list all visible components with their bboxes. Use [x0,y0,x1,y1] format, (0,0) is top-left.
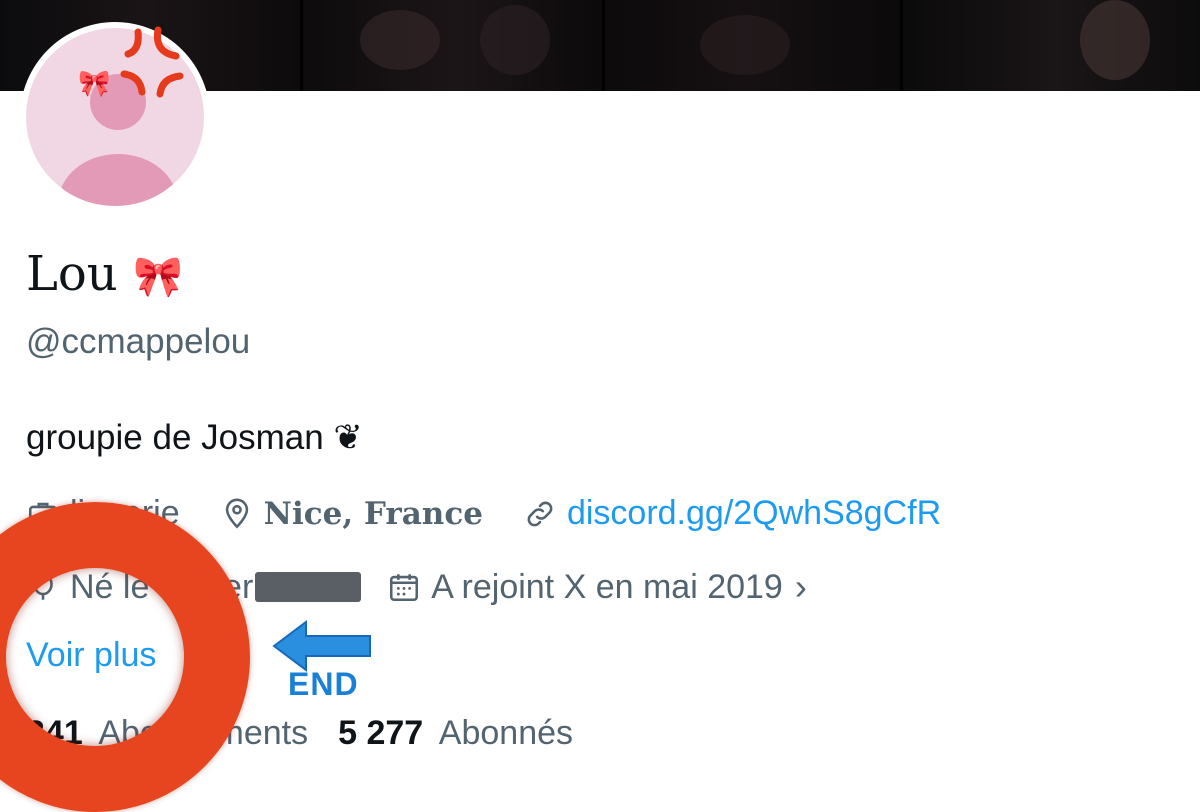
website-item[interactable]: discord.gg/2QwhS8gCfR [523,494,941,533]
calendar-icon [390,574,419,602]
redacted-year [255,572,362,602]
joined-text: A rejoint X en mai 2019 [431,567,783,606]
followers-count: 5 277 [338,714,424,752]
location-pin-icon [225,498,248,529]
display-name: Lou 🎀 [26,246,183,302]
chevron-right-icon[interactable]: › [795,566,807,608]
location-item: Nice, France [220,496,483,532]
banner-photo-shape [1080,0,1150,80]
link-icon [527,501,553,526]
user-handle: @ccmappelou [26,322,251,361]
joined-item[interactable]: A rejoint X en mai 2019 › [387,566,807,608]
banner-divider [602,0,605,91]
followers-stat[interactable]: 5 277 Abonnés [338,714,573,753]
banner-divider [900,0,903,91]
banner-photo-shape [480,5,550,75]
website-link[interactable]: discord.gg/2QwhS8gCfR [567,494,941,533]
followers-label: Abonnés [438,714,574,752]
ribbon-bow-icon: 🎀 [132,254,183,300]
banner-photo-shape [700,15,790,75]
banner-divider [300,0,303,91]
profile-bio: groupie de Josman ❦ [26,418,363,457]
banner-photo-shape [360,10,440,70]
end-annotation-label: END [288,666,359,702]
display-name-text: Lou [26,246,118,302]
anger-symbol-icon [120,26,184,98]
highlight-circle [0,502,250,812]
avatar-body [58,154,178,206]
location-text: Nice, France [263,495,483,532]
